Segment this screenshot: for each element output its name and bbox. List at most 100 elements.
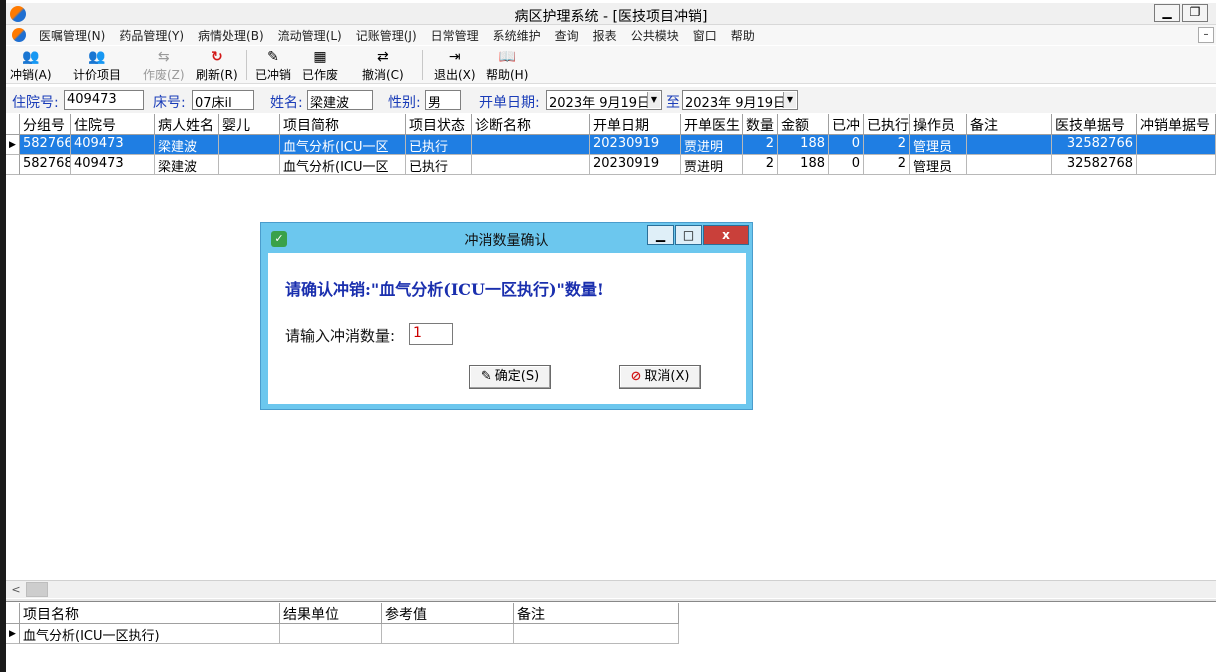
table-cell[interactable]: 582766 — [20, 135, 71, 155]
menu-system[interactable]: 系统维护 — [486, 27, 548, 44]
undo-button[interactable]: ⇄ 撤消(C) — [362, 48, 404, 83]
menu-daily[interactable]: 日常管理 — [424, 27, 486, 44]
dialog-titlebar[interactable]: ✓ 冲消数量确认 ▁ □ x — [261, 223, 752, 253]
menu-drugs[interactable]: 药品管理(Y) — [112, 27, 191, 44]
table-cell[interactable] — [1137, 155, 1216, 175]
void-button[interactable]: ⇆ 作废(Z) — [143, 48, 185, 83]
menu-billing[interactable]: 记账管理(J) — [349, 27, 424, 44]
column-header[interactable]: 开单日期 — [590, 114, 681, 135]
menu-reports[interactable]: 报表 — [586, 27, 624, 44]
reversed-list-button[interactable]: ✎ 已冲销 — [255, 48, 291, 83]
table-cell[interactable]: 已执行 — [406, 135, 472, 155]
dialog-maximize-button[interactable]: □ — [675, 225, 702, 245]
column-header[interactable]: 数量 — [743, 114, 778, 135]
table-cell[interactable]: 血气分析(ICU一区执行) — [20, 624, 280, 644]
column-header[interactable]: 开单医生 — [681, 114, 743, 135]
table-cell[interactable]: 32582768 — [1052, 155, 1137, 175]
table-cell[interactable] — [382, 624, 514, 644]
name-input[interactable]: 梁建波 — [307, 90, 373, 110]
table-cell[interactable]: 409473 — [71, 135, 155, 155]
exit-button[interactable]: ⇥ 退出(X) — [434, 48, 476, 83]
table-cell[interactable] — [472, 135, 590, 155]
restore-button[interactable]: ❐ — [1182, 4, 1208, 22]
column-header[interactable]: 操作员 — [910, 114, 967, 135]
chevron-down-icon[interactable]: ▼ — [647, 92, 660, 108]
sex-input[interactable]: 男 — [425, 90, 461, 110]
table-cell[interactable] — [472, 155, 590, 175]
table-cell[interactable] — [280, 624, 382, 644]
menu-condition[interactable]: 病情处理(B) — [191, 27, 271, 44]
column-header[interactable]: 备注 — [514, 603, 679, 624]
column-header[interactable]: 病人姓名 — [155, 114, 219, 135]
table-cell[interactable]: 0 — [829, 155, 864, 175]
minimize-button[interactable]: ▁ — [1154, 4, 1180, 22]
date-to-picker[interactable]: 2023年 9月19日 ▼ — [682, 90, 798, 110]
table-cell[interactable] — [219, 155, 280, 175]
column-header[interactable]: 备注 — [967, 114, 1052, 135]
table-cell[interactable]: 贾进明 — [681, 135, 743, 155]
table-cell[interactable] — [967, 135, 1052, 155]
refresh-button[interactable]: ↻ 刷新(R) — [196, 48, 238, 83]
table-cell[interactable]: 贾进明 — [681, 155, 743, 175]
column-header[interactable]: 项目简称 — [280, 114, 406, 135]
table-cell[interactable]: 梁建波 — [155, 135, 219, 155]
mdi-minimize-button[interactable]: – — [1198, 27, 1214, 43]
dialog-minimize-button[interactable]: ▁ — [647, 225, 674, 245]
column-header[interactable]: 结果单位 — [280, 603, 382, 624]
table-cell[interactable]: 0 — [829, 135, 864, 155]
column-header[interactable]: 项目状态 — [406, 114, 472, 135]
menu-common[interactable]: 公共模块 — [624, 27, 686, 44]
column-header[interactable]: 分组号 — [20, 114, 71, 135]
dialog-close-button[interactable]: x — [703, 225, 749, 245]
column-header[interactable]: 住院号 — [71, 114, 155, 135]
table-cell[interactable]: 20230919 — [590, 155, 681, 175]
horizontal-scrollbar[interactable]: < — [6, 580, 1216, 598]
table-cell[interactable]: 2 — [743, 135, 778, 155]
bed-input[interactable]: 07床il — [192, 90, 254, 110]
priced-items-button[interactable]: 👥 计价项目 — [73, 48, 121, 83]
table-cell[interactable]: 管理员 — [910, 155, 967, 175]
menu-help[interactable]: 帮助 — [724, 27, 762, 44]
column-header[interactable]: 诊断名称 — [472, 114, 590, 135]
table-cell[interactable]: 已执行 — [406, 155, 472, 175]
table-cell[interactable]: 2 — [864, 135, 910, 155]
table-cell[interactable]: 2 — [743, 155, 778, 175]
table-cell[interactable]: 2 — [864, 155, 910, 175]
table-cell[interactable]: 血气分析(ICU一区 — [280, 155, 406, 175]
cancel-button[interactable]: ⊘ 取消(X) — [619, 365, 701, 389]
menu-query[interactable]: 查询 — [548, 27, 586, 44]
column-header[interactable]: 医技单据号 — [1052, 114, 1137, 135]
inpatient-no-input[interactable]: 409473 — [64, 90, 144, 110]
date-from-picker[interactable]: 2023年 9月19日 ▼ — [546, 90, 662, 110]
scrollbar-thumb[interactable] — [26, 582, 48, 597]
table-cell[interactable]: 32582766 — [1052, 135, 1137, 155]
column-header[interactable]: 参考值 — [382, 603, 514, 624]
voided-list-button[interactable]: ▦ 已作废 — [302, 48, 338, 83]
chevron-down-icon[interactable]: ▼ — [783, 92, 796, 108]
table-cell[interactable]: 管理员 — [910, 135, 967, 155]
table-cell[interactable] — [967, 155, 1052, 175]
column-header[interactable]: 婴儿 — [219, 114, 280, 135]
table-cell[interactable]: 梁建波 — [155, 155, 219, 175]
panel-splitter[interactable] — [6, 599, 1216, 602]
menu-orders[interactable]: 医嘱管理(N) — [32, 27, 112, 44]
quantity-input[interactable]: 1 — [409, 323, 453, 345]
table-cell[interactable]: 20230919 — [590, 135, 681, 155]
reverse-button[interactable]: 👥 冲销(A) — [10, 48, 52, 83]
table-cell[interactable] — [1137, 135, 1216, 155]
table-cell[interactable]: 188 — [778, 155, 829, 175]
help-button[interactable]: 📖 帮助(H) — [486, 48, 528, 83]
table-cell[interactable]: 血气分析(ICU一区 — [280, 135, 406, 155]
scroll-left-icon[interactable]: < — [8, 582, 24, 597]
table-cell[interactable]: 409473 — [71, 155, 155, 175]
menu-window[interactable]: 窗口 — [686, 27, 724, 44]
menu-flow[interactable]: 流动管理(L) — [271, 27, 349, 44]
table-cell[interactable] — [514, 624, 679, 644]
column-header[interactable]: 项目名称 — [20, 603, 280, 624]
table-cell[interactable]: 188 — [778, 135, 829, 155]
column-header[interactable]: 冲销单据号 — [1137, 114, 1216, 135]
table-cell[interactable] — [219, 135, 280, 155]
column-header[interactable]: 已冲 — [829, 114, 864, 135]
table-cell[interactable]: 582768 — [20, 155, 71, 175]
app-menu-icon[interactable] — [12, 28, 26, 42]
